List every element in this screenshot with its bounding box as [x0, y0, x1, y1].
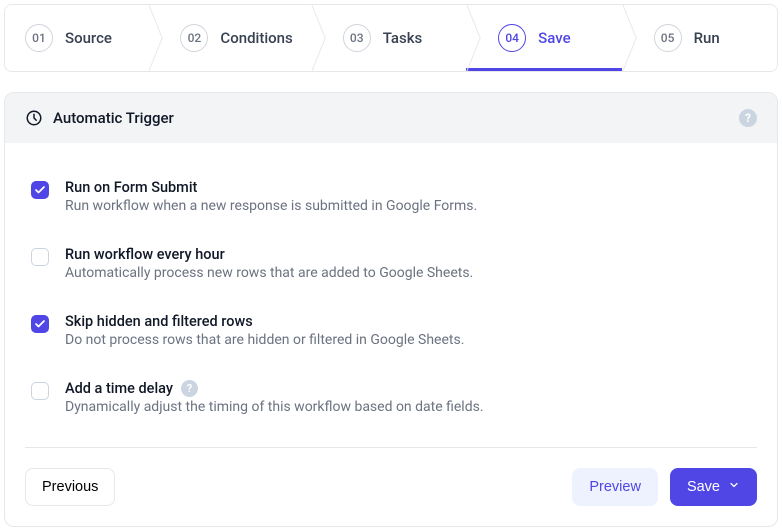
card-body: Run on Form Submit Run workflow when a n… — [5, 143, 777, 435]
option-run-on-form-submit: Run on Form Submit Run workflow when a n… — [25, 167, 757, 226]
option-run-every-hour: Run workflow every hour Automatically pr… — [25, 234, 757, 293]
option-time-delay: Add a time delay ? Dynamically adjust th… — [25, 368, 757, 427]
step-number: 05 — [654, 24, 682, 52]
option-description: Do not process rows that are hidden or f… — [65, 332, 464, 348]
previous-button[interactable]: Previous — [25, 468, 115, 506]
step-number: 02 — [180, 24, 208, 52]
option-description: Run workflow when a new response is subm… — [65, 198, 477, 214]
step-label: Run — [694, 29, 720, 47]
step-number: 04 — [498, 24, 526, 52]
step-label: Source — [65, 29, 112, 47]
checkbox[interactable] — [31, 315, 49, 333]
step-label: Conditions — [220, 29, 292, 47]
preview-button[interactable]: Preview — [572, 468, 658, 506]
option-skip-hidden-rows: Skip hidden and filtered rows Do not pro… — [25, 301, 757, 360]
trigger-card: Automatic Trigger ? Run on Form Submit R… — [4, 92, 778, 527]
save-button[interactable]: Save — [670, 468, 757, 506]
option-title: Skip hidden and filtered rows — [65, 313, 464, 330]
option-title: Run on Form Submit — [65, 179, 477, 196]
wizard-stepper: 01 Source 02 Conditions 03 Tasks 04 Save… — [4, 4, 778, 72]
help-icon[interactable]: ? — [739, 109, 757, 127]
checkbox[interactable] — [31, 248, 49, 266]
save-button-label: Save — [687, 479, 720, 495]
card-footer: Previous Preview Save — [5, 448, 777, 526]
step-source[interactable]: 01 Source — [5, 5, 148, 71]
option-description: Dynamically adjust the timing of this wo… — [65, 399, 484, 415]
option-title: Add a time delay ? — [65, 380, 484, 397]
checkbox[interactable] — [31, 382, 49, 400]
step-label: Tasks — [383, 29, 423, 47]
step-number: 03 — [343, 24, 371, 52]
step-conditions[interactable]: 02 Conditions — [148, 5, 310, 71]
card-header: Automatic Trigger ? — [5, 93, 777, 143]
chevron-down-icon — [728, 479, 740, 495]
card-title: Automatic Trigger — [53, 109, 174, 127]
step-tasks[interactable]: 03 Tasks — [311, 5, 466, 71]
help-icon[interactable]: ? — [181, 380, 198, 397]
step-label: Save — [538, 29, 570, 47]
option-title: Run workflow every hour — [65, 246, 473, 263]
step-number: 01 — [25, 24, 53, 52]
checkbox[interactable] — [31, 181, 49, 199]
step-run[interactable]: 05 Run — [622, 5, 777, 71]
step-save[interactable]: 04 Save — [466, 5, 621, 71]
option-description: Automatically process new rows that are … — [65, 265, 473, 281]
clock-icon — [25, 109, 43, 127]
